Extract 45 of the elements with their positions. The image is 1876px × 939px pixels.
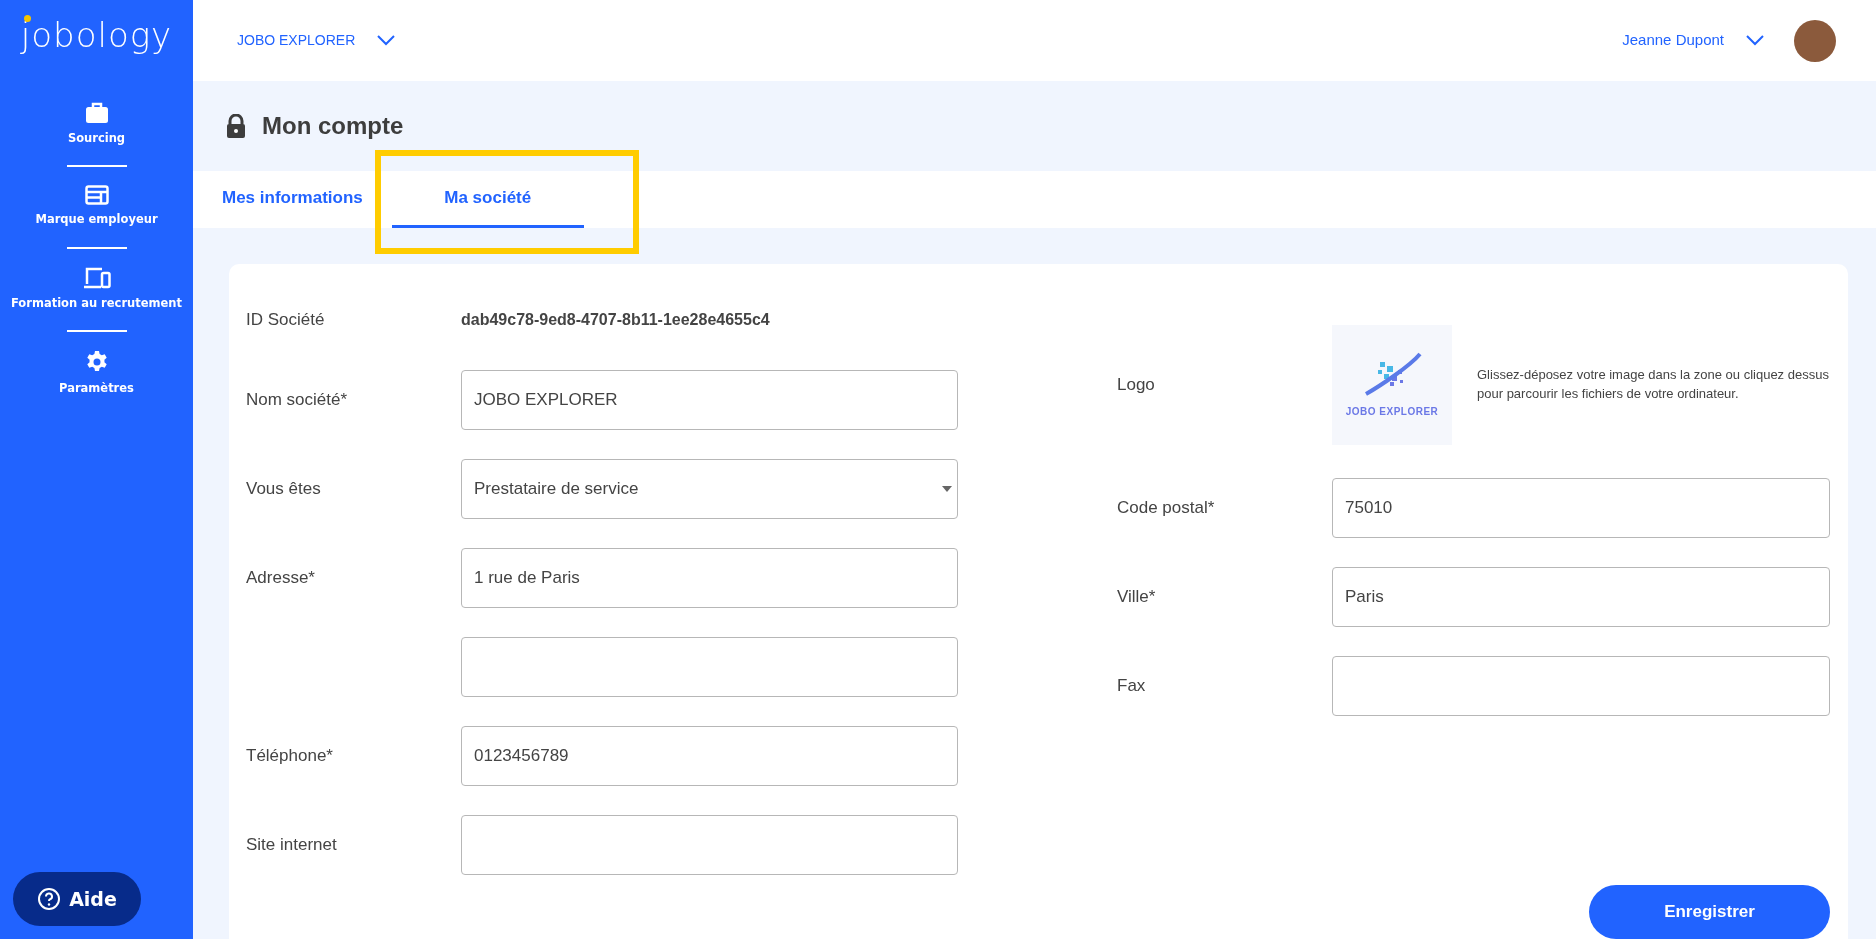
field-label: Adresse*: [246, 567, 316, 590]
sidebar-item[interactable]: Paramètres: [0, 349, 193, 397]
chevron-down-icon: [377, 35, 396, 46]
input-field[interactable]: [461, 637, 958, 697]
company-dropdown[interactable]: JOBO EXPLORER: [237, 30, 396, 51]
sidebar-item[interactable]: Marque employeur: [0, 185, 193, 229]
field-label: Nom société*: [246, 389, 349, 412]
save-button[interactable]: Enregistrer: [1589, 885, 1830, 939]
window-icon: [84, 185, 109, 206]
logo-text: JOBO EXPLORER: [1345, 404, 1439, 419]
select-field[interactable]: Prestataire de service: [461, 459, 958, 519]
field-label: Téléphone*: [246, 745, 334, 768]
caret-icon: [942, 486, 952, 492]
briefcase-icon: [84, 102, 109, 124]
app-logo: jobology: [20, 18, 173, 52]
avatar: [1794, 19, 1836, 62]
input-field[interactable]: 0123456789: [461, 726, 958, 786]
settings-icon: [84, 349, 109, 374]
user-menu[interactable]: Jeanne Dupont: [1622, 29, 1764, 52]
id-value: dab49c78-9ed8-4707-8b11-1ee28e4655c4: [461, 310, 770, 330]
tab[interactable]: Mes informations: [222, 171, 363, 228]
input-field[interactable]: 75010: [1332, 478, 1830, 538]
input-field[interactable]: [461, 815, 958, 875]
help-button[interactable]: Aide: [13, 872, 141, 926]
field-label: Logo: [1117, 374, 1156, 397]
input-field[interactable]: 1 rue de Paris: [461, 548, 958, 608]
input-field[interactable]: JOBO EXPLORER: [461, 370, 958, 430]
page-title: Mon compte: [262, 111, 404, 141]
field-label: Fax: [1117, 675, 1147, 698]
laptop-phone-icon: [82, 266, 111, 289]
tab[interactable]: Ma société: [391, 171, 584, 228]
lock-icon: [226, 114, 246, 138]
input-field[interactable]: [1332, 656, 1830, 716]
field-label: Code postal*: [1117, 497, 1216, 520]
input-field[interactable]: Paris: [1332, 567, 1830, 627]
sidebar-item[interactable]: Formation au recrutement: [0, 266, 193, 312]
help-icon: [37, 887, 62, 911]
sidebar-item[interactable]: Sourcing: [0, 102, 193, 148]
logo-upload[interactable]: JOBO EXPLORER: [1332, 325, 1452, 445]
upload-hint: Glissez-déposez votre image dans la zone ou cliquez dessus pour parcourir les fichiers de votre ordinateur.: [1477, 366, 1830, 403]
field-label: Vous êtes: [246, 478, 322, 501]
field-label: Ville*: [1117, 586, 1157, 609]
field-label: Site internet: [246, 834, 338, 857]
chevron-down-icon: [1746, 35, 1764, 46]
field-label: ID Société: [246, 309, 326, 332]
